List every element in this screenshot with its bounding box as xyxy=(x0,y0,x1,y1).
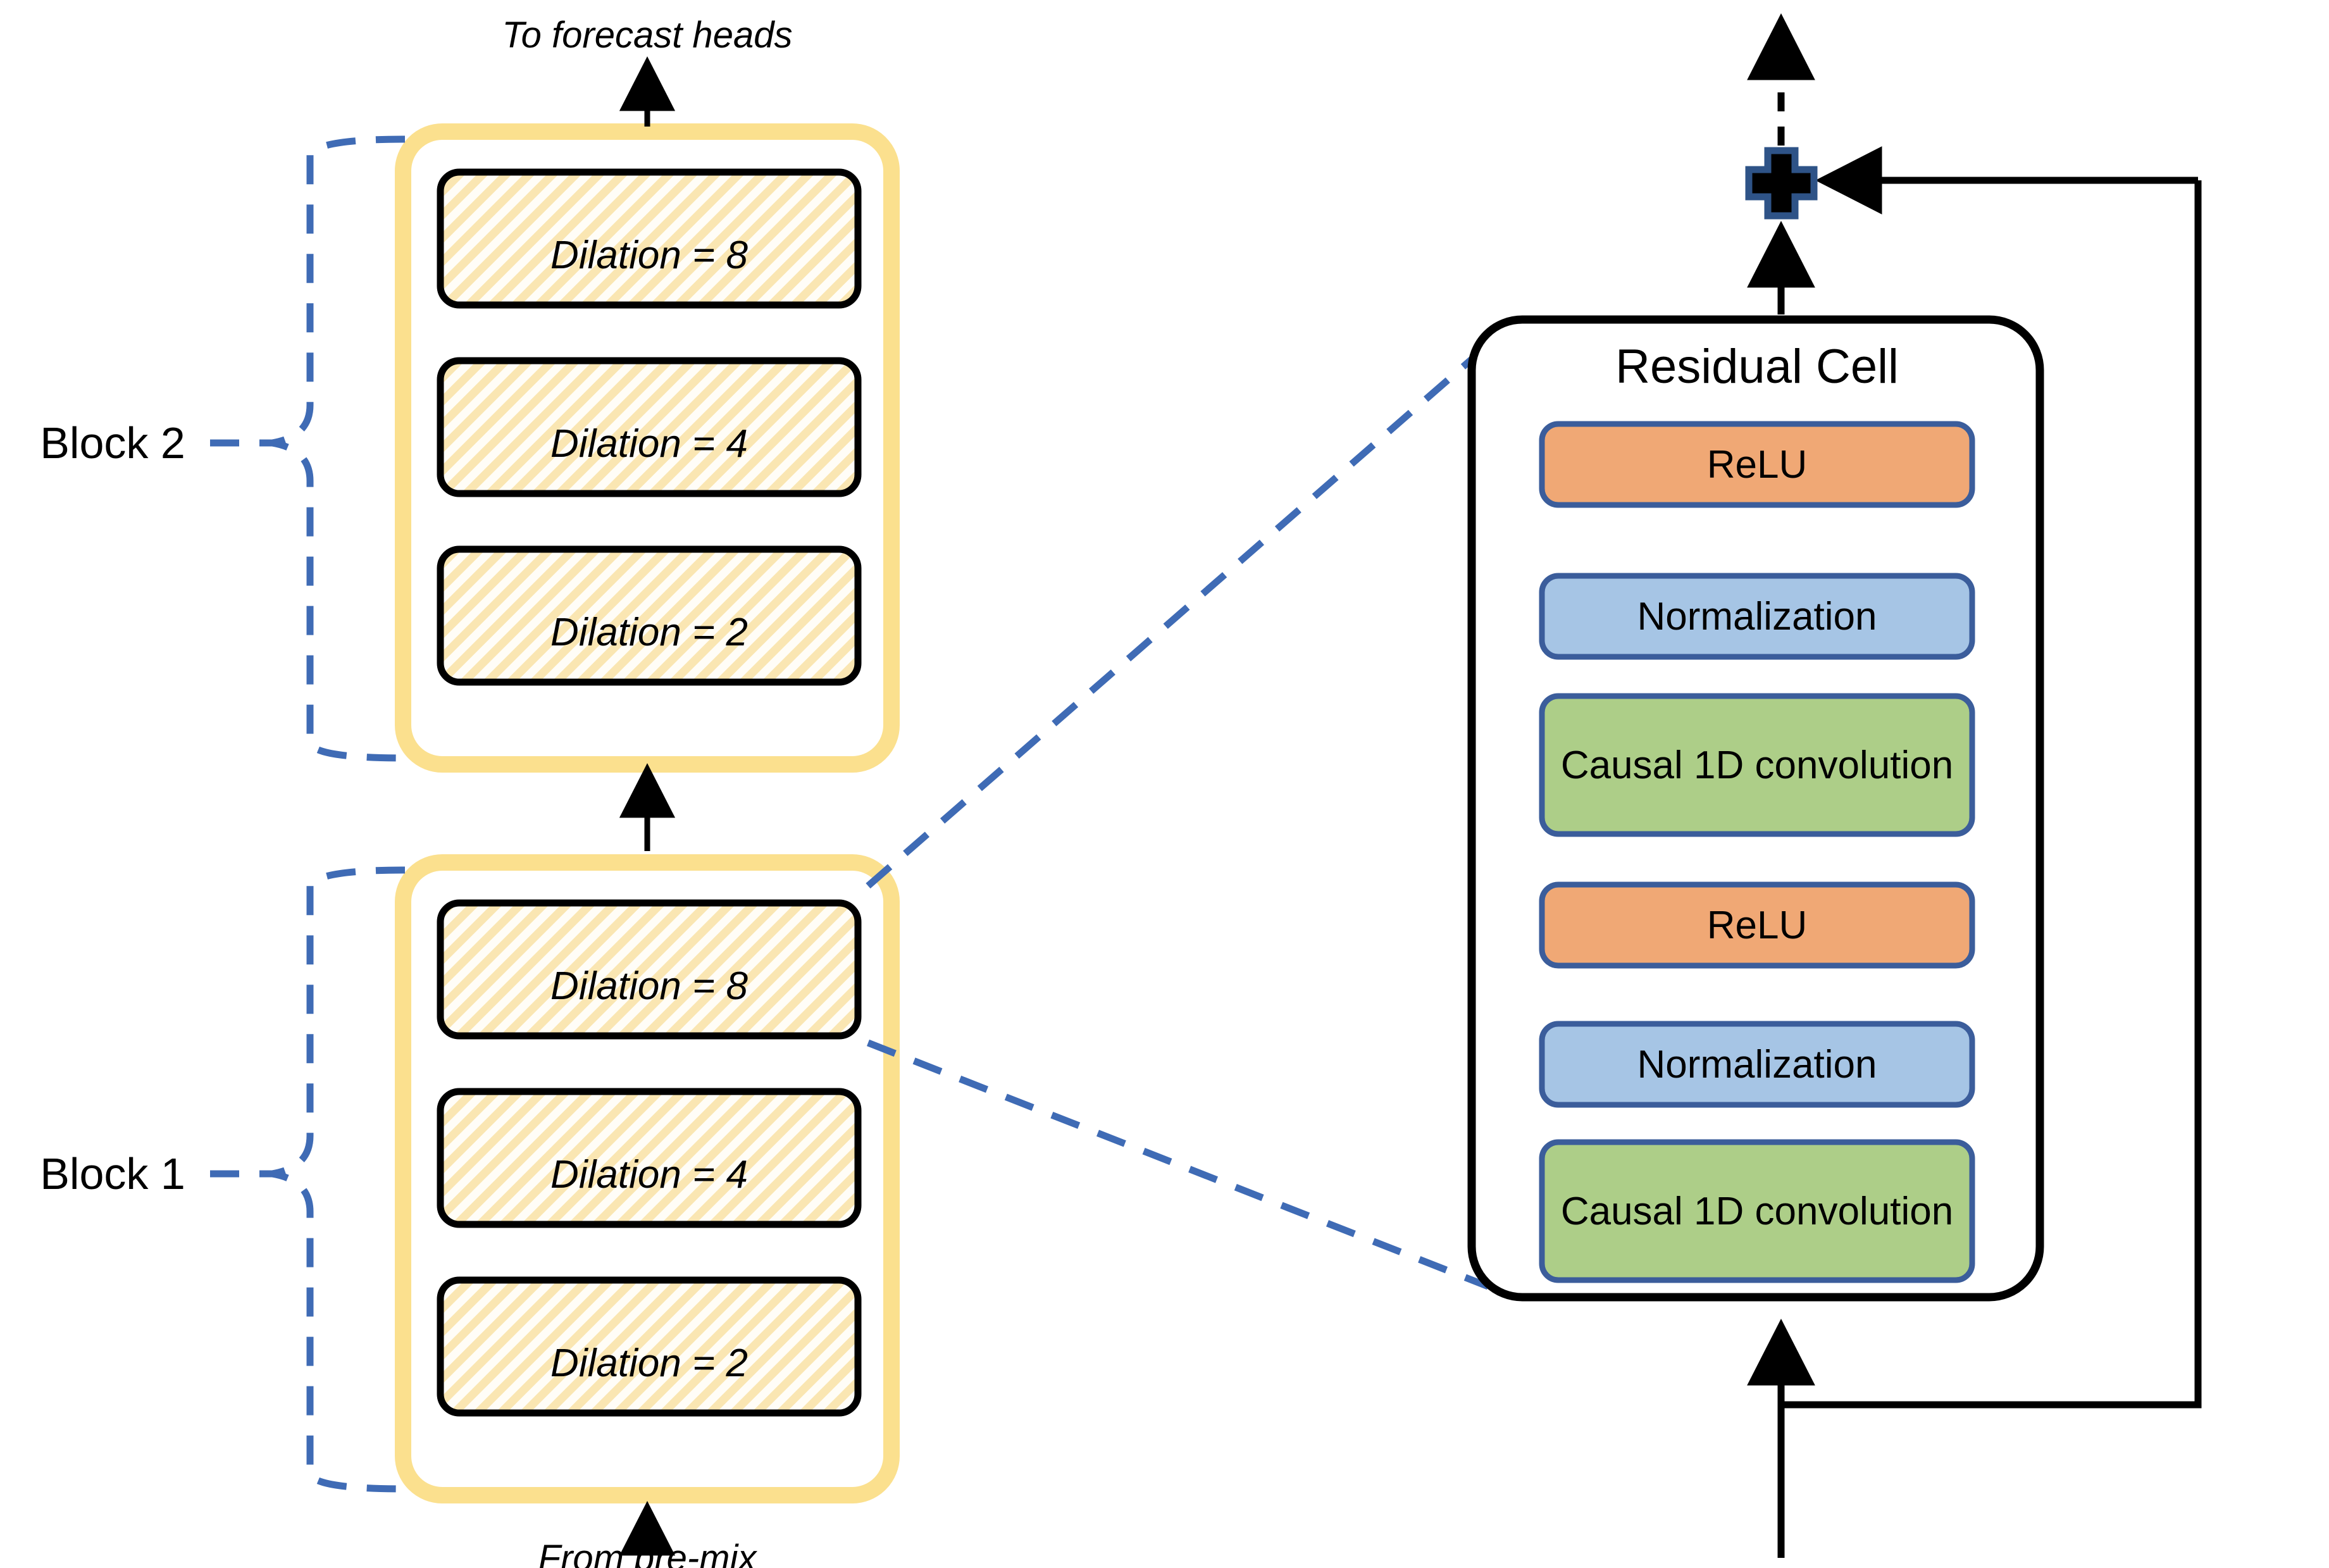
block-1-dilation-4-label: Dilation = 4 xyxy=(550,1153,748,1197)
residual-cell-normalization-2-label: Normalization xyxy=(1637,1043,1877,1086)
block-1-brace xyxy=(271,866,406,1493)
diagram-vector-layer xyxy=(210,13,2202,1558)
block-2-dilation-8-label: Dilation = 8 xyxy=(550,233,748,277)
residual-cell-conv-2-label: Causal 1D convolution xyxy=(1560,1190,1954,1233)
callout-connector-bottom xyxy=(866,1039,1490,1290)
block-2-label: Block 2 xyxy=(40,418,185,468)
residual-cell-title: Residual Cell xyxy=(1615,340,1899,394)
block-1-dilation-2-label: Dilation = 2 xyxy=(550,1341,748,1385)
block-2-brace xyxy=(271,135,406,762)
residual-cell-normalization-1-label: Normalization xyxy=(1637,595,1877,638)
block-2-dilation-2-label: Dilation = 2 xyxy=(550,611,748,654)
add-node-plus-icon xyxy=(1745,147,1818,220)
block-1-label: Block 1 xyxy=(40,1149,185,1198)
from-pre-mix-label: From pre-mix xyxy=(538,1538,757,1568)
diagram-canvas: To forecast heads From pre-mix Block 2 B… xyxy=(0,0,2329,1568)
residual-cell-conv-1-label: Causal 1D convolution xyxy=(1560,744,1954,787)
residual-cell-relu-1-label: ReLU xyxy=(1706,443,1808,487)
callout-connector-top xyxy=(866,342,1491,889)
to-forecast-heads-label: To forecast heads xyxy=(502,15,793,56)
block-1-dilation-8-label: Dilation = 8 xyxy=(550,964,748,1008)
block-2-dilation-4-label: Dilation = 4 xyxy=(550,422,748,466)
residual-cell-relu-2-label: ReLU xyxy=(1706,904,1808,947)
